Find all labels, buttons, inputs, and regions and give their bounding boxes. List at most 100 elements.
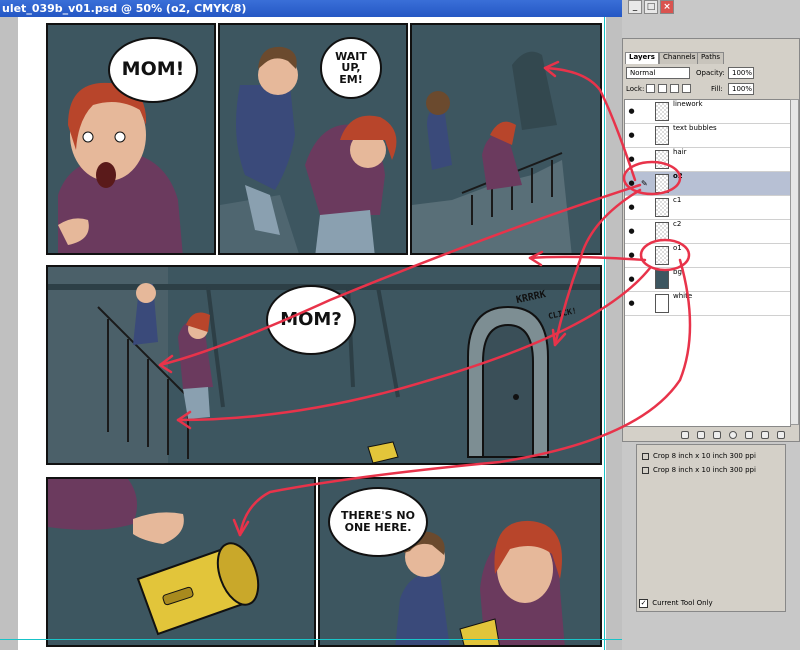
lock-transparency-icon[interactable] — [646, 84, 655, 93]
layer-row-bg[interactable]: ● bg — [625, 268, 790, 292]
wooden-door — [482, 323, 534, 458]
opacity-label: Opacity: — [696, 69, 725, 77]
layer-thumbnail — [655, 126, 669, 145]
layer-row-text-bubbles[interactable]: ● text bubbles — [625, 124, 790, 148]
close-button[interactable]: × — [660, 0, 674, 14]
archway — [512, 51, 557, 130]
layer-name: text bubbles — [673, 124, 717, 132]
layer-thumbnail — [655, 102, 669, 121]
boy-shirt — [236, 85, 295, 190]
document-title-bar[interactable]: ulet_039b_v01.psd @ 50% (o2, CMYK/8) — [0, 0, 622, 17]
eye-icon[interactable]: ● — [627, 228, 636, 235]
layers-panel: Layers Channels Paths Normal Opacity: 10… — [622, 38, 800, 442]
minimize-button[interactable]: _ — [628, 0, 642, 14]
layer-thumbnail — [655, 246, 669, 265]
guide-line-vertical[interactable] — [604, 17, 605, 650]
layer-name: o2 — [673, 172, 683, 180]
layer-thumbnail — [655, 294, 669, 313]
layer-list-scrollbar[interactable] — [790, 99, 799, 425]
history-panel: Crop 8 inch x 10 inch 300 ppi Crop 8 inc… — [636, 444, 786, 612]
eye-icon[interactable]: ● — [627, 276, 636, 283]
layer-name: o1 — [673, 244, 682, 252]
lock-row: Lock: Fill: 100% — [626, 83, 798, 97]
speech-bubble-no-one-here: THERE'S NO ONE HERE. — [328, 487, 428, 557]
layer-thumbnail — [655, 150, 669, 169]
panel-1: MOM! — [46, 23, 216, 255]
layer-row-white[interactable]: ● white — [625, 292, 790, 316]
eye-icon[interactable]: ● — [627, 252, 636, 259]
girl-back — [482, 132, 522, 190]
layer-row-c2[interactable]: ● c2 — [625, 220, 790, 244]
layer-thumbnail — [655, 270, 669, 289]
history-item[interactable]: Crop 8 inch x 10 inch 300 ppi — [639, 465, 783, 476]
blend-row: Normal Opacity: 100% — [626, 66, 798, 80]
layer-style-icon[interactable] — [697, 431, 705, 439]
tab-layers[interactable]: Layers — [625, 52, 659, 64]
eye-icon[interactable]: ● — [627, 108, 636, 115]
panel-5 — [46, 477, 316, 647]
layer-row-o2[interactable]: ● ✎ o2 — [625, 172, 790, 196]
layer-row-hair[interactable]: ● hair — [625, 148, 790, 172]
panel-2: WAIT UP, EM! — [218, 23, 408, 255]
maximize-button[interactable]: □ — [644, 0, 658, 14]
layer-row-o1[interactable]: ● o1 — [625, 244, 790, 268]
lock-all-icon[interactable] — [682, 84, 691, 93]
boy-back — [427, 106, 452, 170]
history-footer: ✓ Current Tool Only — [639, 597, 783, 609]
layer-mask-icon[interactable] — [713, 431, 721, 439]
dropped-flashlight — [367, 441, 399, 463]
document-canvas[interactable]: MOM! WAIT UP, EM! MOM? KRRRK CLICK! THER… — [0, 17, 622, 650]
comic-page: MOM! WAIT UP, EM! MOM? KRRRK CLICK! THER… — [18, 17, 606, 650]
layer-name: white — [673, 292, 693, 300]
girl-mouth — [96, 162, 116, 188]
window-controls: _ □ × — [622, 0, 800, 38]
boy-shirt-6 — [395, 573, 450, 645]
eye-icon[interactable]: ● — [627, 180, 636, 187]
panel-3-art — [412, 51, 572, 253]
new-group-icon[interactable] — [745, 431, 753, 439]
history-item-label: Crop 8 inch x 10 inch 300 ppi — [653, 452, 756, 460]
current-tool-only-checkbox[interactable]: ✓ — [639, 598, 648, 608]
panel-5-art — [48, 479, 260, 636]
crop-icon — [642, 453, 649, 460]
layer-name: bg — [673, 268, 682, 276]
layer-list: ● linework ● text bubbles ● hair ● ✎ o2 … — [624, 99, 791, 427]
speech-bubble-wait-up: WAIT UP, EM! — [320, 37, 382, 99]
lock-position-icon[interactable] — [670, 84, 679, 93]
fill-input[interactable]: 100% — [728, 83, 754, 95]
speech-bubble-mom-1: MOM! — [108, 37, 198, 103]
history-item[interactable]: Crop 8 inch x 10 inch 300 ppi — [639, 451, 783, 462]
eye-icon[interactable]: ● — [627, 132, 636, 139]
adjustment-layer-icon[interactable] — [729, 431, 737, 439]
history-item-label: Crop 8 inch x 10 inch 300 ppi — [653, 466, 756, 474]
trash-icon[interactable] — [777, 431, 785, 439]
reaching-hand — [133, 512, 184, 544]
tab-paths[interactable]: Paths — [697, 52, 725, 64]
eye-icon[interactable]: ● — [627, 204, 636, 211]
lock-pixels-icon[interactable] — [658, 84, 667, 93]
panel-tabs: Layers Channels Paths — [623, 52, 799, 64]
document-title: ulet_039b_v01.psd @ 50% (o2, CMYK/8) — [2, 2, 247, 15]
blend-mode-select[interactable]: Normal — [626, 67, 690, 79]
fill-label: Fill: — [711, 85, 723, 93]
eye-icon[interactable]: ● — [627, 156, 636, 163]
crop-icon — [642, 467, 649, 474]
panel-6: THERE'S NO ONE HERE. — [318, 477, 602, 647]
layer-name: hair — [673, 148, 687, 156]
eye-icon[interactable]: ● — [627, 300, 636, 307]
new-layer-icon[interactable] — [761, 431, 769, 439]
layers-footer — [623, 429, 799, 441]
layer-row-c1[interactable]: ● c1 — [625, 196, 790, 220]
tab-channels[interactable]: Channels — [659, 52, 700, 64]
layer-thumbnail — [655, 222, 669, 241]
link-layers-icon[interactable] — [681, 431, 689, 439]
lock-label: Lock: — [626, 85, 645, 93]
layer-thumbnail — [655, 198, 669, 217]
opacity-input[interactable]: 100% — [728, 67, 754, 79]
current-tool-only-label: Current Tool Only — [652, 599, 713, 607]
guide-line-horizontal[interactable] — [0, 639, 622, 640]
layer-row-linework[interactable]: ● linework — [625, 100, 790, 124]
panel-3 — [410, 23, 602, 255]
layer-name: c1 — [673, 196, 682, 204]
layer-thumbnail — [655, 174, 669, 193]
